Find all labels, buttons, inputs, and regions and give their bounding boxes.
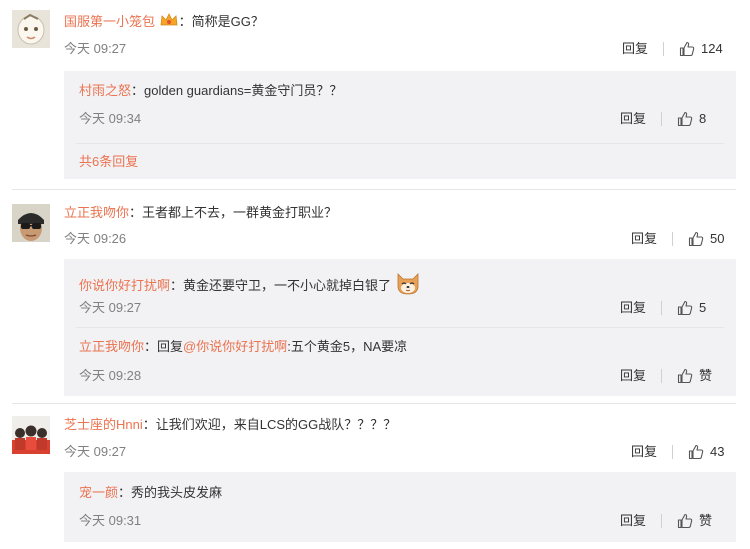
like-count: 50: [710, 231, 725, 246]
separator: [661, 301, 662, 315]
reply-time: 今天 09:31: [79, 513, 142, 528]
reply-button[interactable]: 回复: [631, 230, 657, 248]
comment-item: 立正我吻你：王者都上不去，一群黄金打职业？ 今天 09:26 回复 50 你说你…: [0, 190, 750, 400]
comment-content: 芝士座的Hnni：让我们欢迎，来自LCS的GG战队？？？？: [64, 416, 396, 434]
reply-content: 宠一颜：秀的我头皮发麻: [79, 484, 222, 502]
reply-prefix: ：回复: [144, 339, 184, 354]
avatar[interactable]: [12, 416, 50, 454]
like-button[interactable]: 50: [688, 230, 724, 248]
separator: [672, 445, 673, 459]
like-count: 5: [699, 300, 707, 315]
reply-content: 村雨之怒：golden guardians=黄金守门员？？: [79, 82, 342, 100]
reply-username[interactable]: 村雨之怒: [79, 83, 131, 98]
reply-button[interactable]: 回复: [620, 110, 646, 128]
comment-time: 今天 09:27: [64, 444, 127, 459]
reply-button[interactable]: 回复: [620, 367, 646, 385]
thumbs-up-icon: [688, 231, 704, 247]
reply-content: 你说你好打扰啊：黄金还要守卫，一不小心就掉白银了: [79, 272, 421, 301]
thumbs-up-icon: [677, 300, 693, 316]
reply-time: 今天 09:34: [79, 111, 142, 126]
thumbs-up-icon: [688, 444, 704, 460]
reply-time: 今天 09:27: [79, 300, 142, 315]
like-button[interactable]: 赞: [677, 367, 712, 385]
reply-content: 立正我吻你：回复@你说你好打扰啊:五个黄金5，NA要凉: [79, 338, 407, 356]
avatar[interactable]: [12, 204, 50, 242]
reply-text: ：golden guardians=黄金守门员？？: [131, 83, 343, 98]
like-count: 8: [699, 111, 707, 126]
thumbs-up-icon: [679, 41, 695, 57]
comment-item: 国服第一小笼包 ：简称是GG？ 今天 09:27 回复 124 村雨之怒：gol…: [0, 0, 750, 180]
separator: [672, 232, 673, 246]
like-count: 124: [701, 41, 723, 56]
thumbs-up-icon: [677, 111, 693, 127]
comment-username[interactable]: 芝士座的Hnni: [64, 417, 143, 432]
like-count: 赞: [699, 513, 713, 528]
reply-item: 宠一颜：秀的我头皮发麻 今天 09:31 回复 赞: [64, 472, 736, 542]
comment-content: 立正我吻你：王者都上不去，一群黄金打职业？: [64, 204, 337, 222]
comment-username[interactable]: 国服第一小笼包: [64, 14, 155, 29]
comment-item: 芝士座的Hnni：让我们欢迎，来自LCS的GG战队？？？？ 今天 09:27 回…: [0, 404, 750, 549]
like-count: 赞: [699, 368, 713, 383]
like-button[interactable]: 43: [688, 443, 724, 461]
comment-username[interactable]: 立正我吻你: [64, 205, 129, 220]
thumbs-up-icon: [677, 513, 693, 529]
like-button[interactable]: 124: [679, 40, 723, 58]
reply-button[interactable]: 回复: [620, 299, 646, 317]
like-count: 43: [710, 444, 725, 459]
reply-text: ：黄金还要守卫，一不小心就掉白银了: [170, 277, 392, 293]
like-button[interactable]: 赞: [677, 512, 712, 530]
reply-mention[interactable]: @你说你好打扰啊: [183, 339, 287, 354]
comment-time: 今天 09:27: [64, 41, 127, 56]
separator: [663, 42, 664, 56]
crown-badge-icon: [159, 12, 179, 33]
like-button[interactable]: 8: [677, 110, 706, 128]
reply-box: 宠一颜：秀的我头皮发麻 今天 09:31 回复 赞: [64, 472, 736, 542]
avatar[interactable]: [12, 10, 50, 48]
reply-username[interactable]: 宠一颜: [79, 485, 118, 500]
reply-item: 你说你好打扰啊：黄金还要守卫，一不小心就掉白银了 今天 09:27 回复 5: [64, 259, 736, 327]
reply-button[interactable]: 回复: [620, 512, 646, 530]
reply-text: :五个黄金5，NA要凉: [287, 339, 408, 354]
separator: [661, 369, 662, 383]
reply-button[interactable]: 回复: [622, 40, 648, 58]
reply-text: ：秀的我头皮发麻: [118, 485, 223, 500]
comment-time: 今天 09:26: [64, 231, 127, 246]
comment-text: ：让我们欢迎，来自LCS的GG战队？？？？: [142, 417, 397, 432]
reply-box: 你说你好打扰啊：黄金还要守卫，一不小心就掉白银了 今天 09:27 回复 5 立…: [64, 259, 736, 396]
comment-content: 国服第一小笼包 ：简称是GG？: [64, 12, 264, 33]
reply-box: 村雨之怒：golden guardians=黄金守门员？？ 今天 09:34 回…: [64, 71, 736, 179]
more-replies-link[interactable]: 共6条回复: [79, 153, 138, 171]
separator: [661, 112, 662, 126]
reply-username[interactable]: 立正我吻你: [79, 339, 144, 354]
reply-button[interactable]: 回复: [631, 443, 657, 461]
reply-item: 村雨之怒：golden guardians=黄金守门员？？ 今天 09:34 回…: [64, 71, 736, 131]
reply-time: 今天 09:28: [79, 368, 142, 383]
reply-divider: [76, 143, 724, 144]
cat-face-emoji-icon: [395, 272, 421, 301]
reply-item: 立正我吻你：回复@你说你好打扰啊:五个黄金5，NA要凉 今天 09:28 回复 …: [64, 328, 736, 396]
like-button[interactable]: 5: [677, 299, 706, 317]
comment-text: ：简称是GG？: [178, 13, 264, 29]
separator: [661, 514, 662, 528]
reply-username[interactable]: 你说你好打扰啊: [79, 278, 170, 293]
thumbs-up-icon: [677, 368, 693, 384]
comment-text: ：王者都上不去，一群黄金打职业？: [129, 205, 338, 220]
